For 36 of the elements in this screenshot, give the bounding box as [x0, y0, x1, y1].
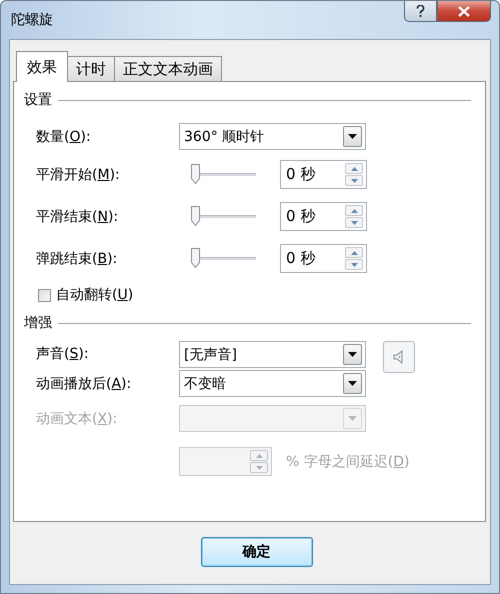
- tab[interactable]: 计时: [67, 56, 115, 81]
- help-button[interactable]: [404, 1, 437, 22]
- slider-thumb[interactable]: [190, 204, 201, 226]
- field-label: 数量(O):: [36, 128, 91, 144]
- field-label: 弹跳结束(B):: [36, 250, 118, 266]
- field-label: 平滑开始(M):: [36, 166, 120, 182]
- caret-icon: [343, 126, 362, 147]
- speaker-button[interactable]: [383, 341, 415, 373]
- slider-thumb[interactable]: [190, 246, 201, 268]
- help-icon: [416, 4, 425, 18]
- field-label: 平滑结束(N):: [36, 208, 118, 224]
- spin-field[interactable]: 0 秒: [280, 160, 367, 189]
- close-button[interactable]: [437, 1, 491, 22]
- caret-icon: [343, 408, 362, 429]
- slider-thumb[interactable]: [190, 162, 201, 184]
- speaker-icon: [393, 349, 405, 365]
- tab[interactable]: 效果: [16, 51, 68, 82]
- checkbox-label: 自动翻转(U): [56, 286, 134, 304]
- close-icon: [458, 6, 470, 16]
- checkbox[interactable]: [38, 288, 51, 302]
- caret-icon: [343, 373, 362, 394]
- spin-field[interactable]: 0 秒: [280, 244, 367, 273]
- field-label: 动画文本(X):: [36, 410, 118, 426]
- window-title: 陀螺旋: [11, 11, 53, 29]
- tab[interactable]: 正文文本动画: [114, 56, 222, 81]
- spin-field[interactable]: 0 秒: [280, 202, 367, 231]
- caret-icon: [343, 344, 362, 365]
- ok-button[interactable]: 确定: [200, 537, 312, 567]
- section-heading: 设置: [24, 91, 52, 109]
- dropdown[interactable]: [无声音]: [179, 341, 366, 368]
- dropdown[interactable]: 360° 顺时针: [179, 123, 366, 150]
- dropdown[interactable]: 不变暗: [179, 370, 366, 397]
- field-label: % 字母之间延迟(D): [286, 452, 410, 470]
- section-heading: 增强: [24, 314, 52, 332]
- field-label: 声音(S):: [36, 346, 89, 362]
- field-label: 动画播放后(A):: [36, 376, 132, 392]
